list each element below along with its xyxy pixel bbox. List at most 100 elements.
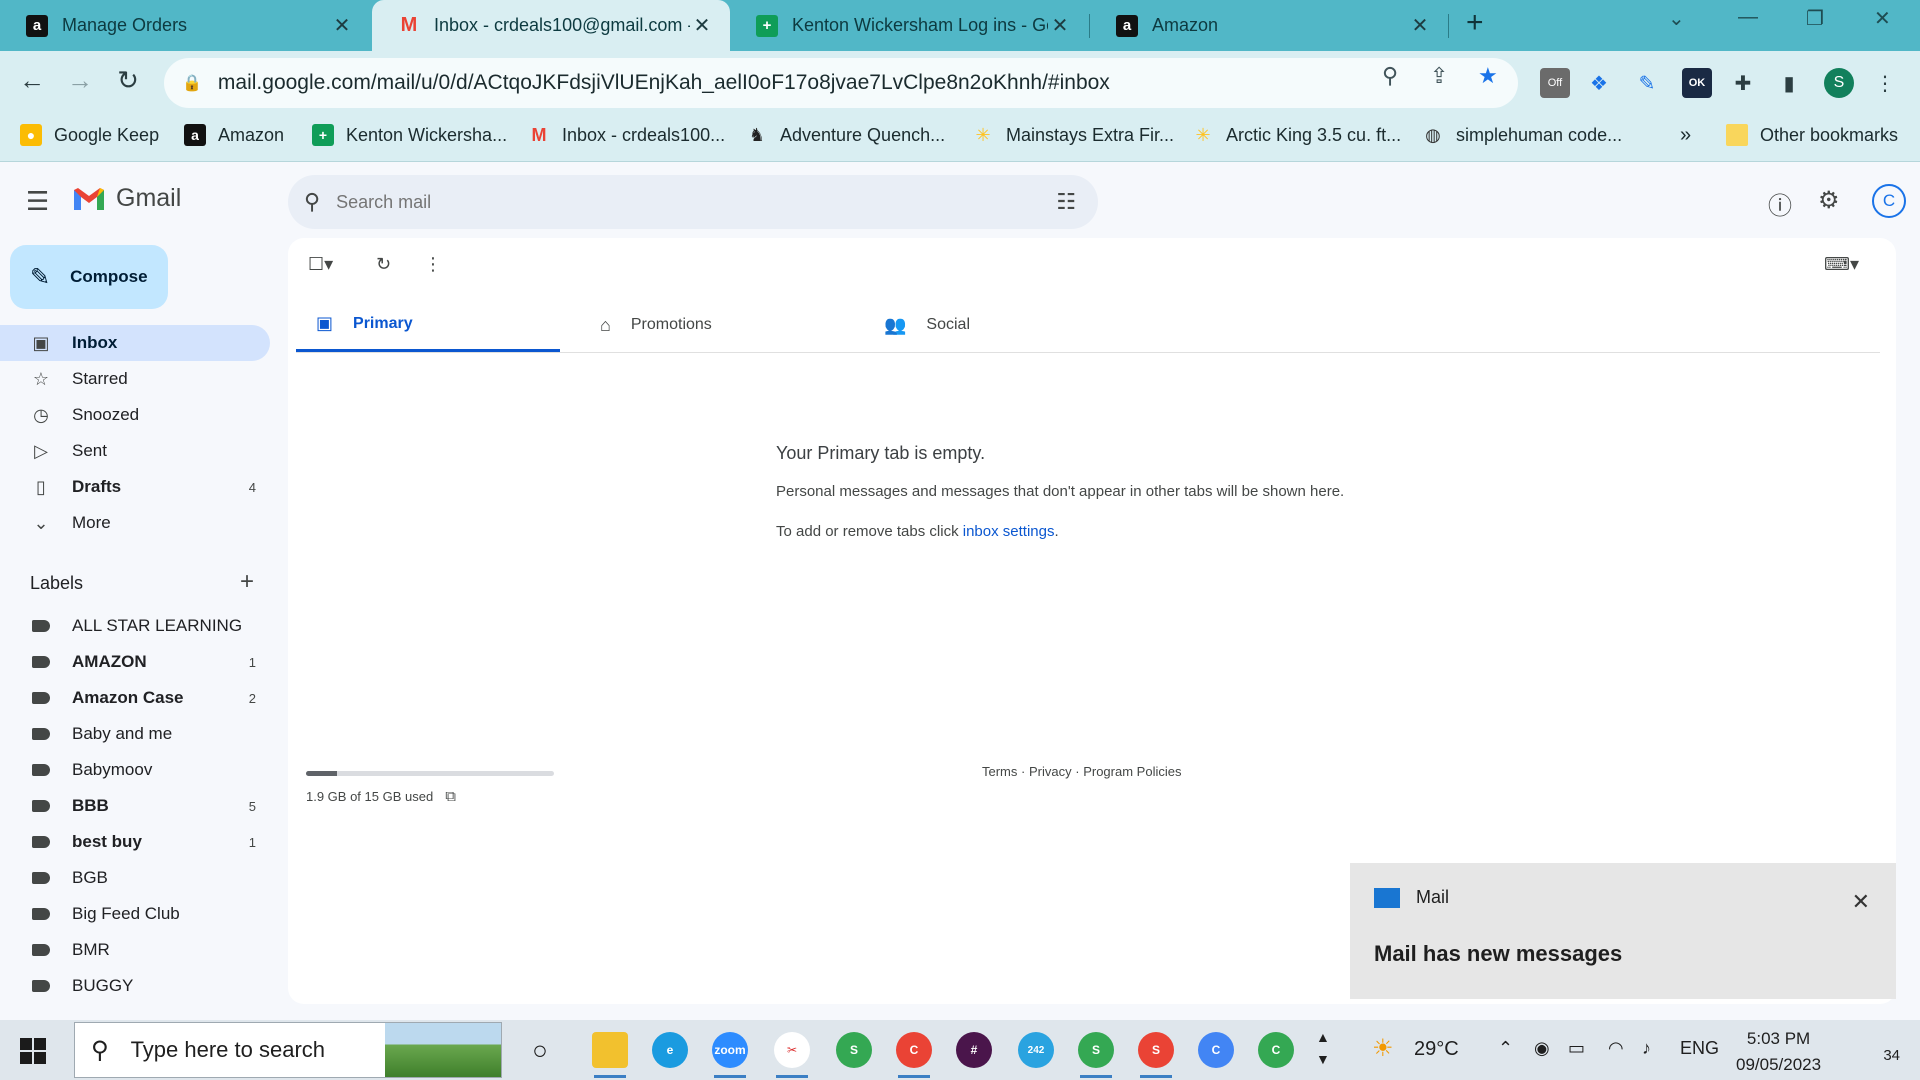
- extensions-puzzle-icon[interactable]: ✚: [1728, 68, 1758, 98]
- tab-social[interactable]: 👥 Social: [864, 298, 1128, 352]
- open-external-icon[interactable]: ⧉: [445, 788, 456, 805]
- sidebar-item-inbox[interactable]: ▣ Inbox: [0, 325, 270, 361]
- label-item[interactable]: AMAZON 1: [0, 644, 270, 680]
- close-icon[interactable]: ✕: [690, 13, 714, 38]
- label-item[interactable]: best buy 1: [0, 824, 270, 860]
- chrome-profile-icon[interactable]: S: [836, 1032, 872, 1068]
- bookmark-amazon[interactable]: a Amazon: [184, 124, 284, 146]
- search-input[interactable]: [336, 191, 1037, 213]
- record-icon[interactable]: ◉: [1534, 1038, 1550, 1059]
- settings-gear-icon[interactable]: ⚙: [1818, 186, 1840, 215]
- label-item[interactable]: Big Feed Club: [0, 896, 270, 932]
- label-item[interactable]: BBB 5: [0, 788, 270, 824]
- sidebar-item-drafts[interactable]: ▯ Drafts 4: [0, 469, 270, 505]
- bookmark-simplehuman[interactable]: ◍ simplehuman code...: [1422, 124, 1622, 146]
- privacy-link[interactable]: Privacy: [1029, 764, 1072, 779]
- edge-icon[interactable]: e: [652, 1032, 688, 1068]
- sidebar-item-more[interactable]: ⌄ More: [0, 505, 270, 541]
- snipping-tool-icon[interactable]: ✂: [774, 1032, 810, 1078]
- mail-notification-toast[interactable]: Mail ✕ Mail has new messages: [1350, 863, 1896, 999]
- toast-close-icon[interactable]: ✕: [1852, 889, 1870, 915]
- sidebar-item-sent[interactable]: ▷ Sent: [0, 433, 270, 469]
- slack-icon[interactable]: #: [956, 1032, 992, 1068]
- browser-tab-manage-orders[interactable]: a Manage Orders ✕: [0, 0, 370, 51]
- bookmark-star-icon[interactable]: ★: [1478, 63, 1498, 89]
- zoom-icon[interactable]: zoom: [712, 1032, 748, 1078]
- window-close-icon[interactable]: ✕: [1874, 6, 1891, 31]
- show-hidden-icons-chevron-icon[interactable]: ⌃: [1498, 1038, 1513, 1059]
- label-item[interactable]: BMR: [0, 932, 270, 968]
- chrome-profile-icon[interactable]: S: [1078, 1032, 1114, 1078]
- help-icon[interactable]: ⓘ: [1768, 186, 1792, 221]
- bookmark-google-keep[interactable]: ● Google Keep: [20, 124, 159, 146]
- search-options-icon[interactable]: ☷: [1056, 189, 1076, 215]
- chrome-profile-icon[interactable]: S: [1138, 1032, 1174, 1078]
- label-item[interactable]: Babymoov: [0, 752, 270, 788]
- zoom-icon[interactable]: ⚲: [1382, 63, 1398, 89]
- add-label-plus-icon[interactable]: +: [240, 568, 254, 596]
- more-options-icon[interactable]: ⋮: [424, 254, 442, 275]
- extension-off-icon[interactable]: Off: [1540, 68, 1570, 98]
- tab-search-chevron-icon[interactable]: ⌄: [1668, 6, 1685, 31]
- new-tab-plus-icon[interactable]: +: [1466, 6, 1484, 40]
- chrome-profile-icon[interactable]: C: [1198, 1032, 1234, 1068]
- bookmark-adventure-quench[interactable]: ♞ Adventure Quench...: [746, 124, 945, 146]
- forward-arrow-icon[interactable]: →: [62, 65, 98, 96]
- browser-tab-kenton[interactable]: + Kenton Wickersham Log ins - Go ✕: [730, 0, 1088, 51]
- label-item[interactable]: Amazon Case 2: [0, 680, 270, 716]
- volume-icon[interactable]: ♪: [1642, 1038, 1651, 1059]
- account-avatar[interactable]: C: [1872, 184, 1906, 218]
- terms-link[interactable]: Terms: [982, 764, 1017, 779]
- program-policies-link[interactable]: Program Policies: [1083, 764, 1181, 779]
- search-icon[interactable]: ⚲: [304, 189, 320, 215]
- sidebar-item-starred[interactable]: ☆ Starred: [0, 361, 270, 397]
- chrome-profile-icon[interactable]: C: [1258, 1032, 1294, 1068]
- bookmark-mainstays[interactable]: ✳ Mainstays Extra Fir...: [972, 124, 1174, 146]
- address-bar[interactable]: 🔒 mail.google.com/mail/u/0/d/ACtqoJKFdsj…: [164, 58, 1518, 108]
- bookmark-inbox[interactable]: M Inbox - crdeals100...: [528, 124, 726, 146]
- refresh-icon[interactable]: ↻: [376, 254, 391, 275]
- search-bar[interactable]: ⚲ ☷: [288, 175, 1098, 229]
- extension-tag-icon[interactable]: ✎: [1632, 68, 1662, 98]
- label-item[interactable]: ALL STAR LEARNING: [0, 608, 270, 644]
- profile-avatar[interactable]: S: [1824, 68, 1854, 98]
- bookmark-kenton[interactable]: + Kenton Wickersha...: [312, 124, 507, 146]
- keyboard-input-icon[interactable]: ⌨▾: [1824, 254, 1859, 275]
- windows-start-icon[interactable]: [20, 1038, 46, 1064]
- taskbar-clock[interactable]: 5:03 PM 09/05/2023: [1736, 1026, 1821, 1078]
- minimize-icon[interactable]: —: [1738, 6, 1758, 29]
- telegram-icon[interactable]: 242: [1018, 1032, 1054, 1068]
- extension-gear-icon[interactable]: ❖: [1584, 68, 1614, 98]
- inbox-settings-link[interactable]: inbox settings: [963, 523, 1055, 540]
- compose-button[interactable]: ✎ Compose: [10, 245, 168, 309]
- side-panel-icon[interactable]: ▮: [1774, 68, 1804, 98]
- label-item[interactable]: BGB: [0, 860, 270, 896]
- chrome-profile-icon[interactable]: C: [896, 1032, 932, 1078]
- back-arrow-icon[interactable]: ←: [14, 65, 50, 96]
- weather-temperature[interactable]: 29°C: [1414, 1038, 1459, 1061]
- battery-icon[interactable]: ▭: [1568, 1038, 1585, 1059]
- browser-menu-icon[interactable]: ⋮: [1870, 68, 1900, 98]
- tab-primary[interactable]: ▣ Primary: [296, 298, 560, 352]
- language-indicator[interactable]: ENG: [1680, 1038, 1719, 1059]
- other-bookmarks[interactable]: Other bookmarks: [1726, 124, 1898, 146]
- close-icon[interactable]: ✕: [1408, 13, 1432, 38]
- browser-tab-amazon[interactable]: a Amazon ✕: [1090, 0, 1448, 51]
- file-explorer-icon[interactable]: [592, 1032, 628, 1078]
- notification-center-icon[interactable]: 34: [1866, 1034, 1900, 1064]
- reload-icon[interactable]: ↻: [110, 65, 146, 96]
- gmail-logo[interactable]: Gmail: [72, 184, 181, 213]
- label-item[interactable]: BUGGY: [0, 968, 270, 1004]
- taskbar-search-box[interactable]: ⚲ Type here to search: [74, 1022, 502, 1078]
- label-item[interactable]: Baby and me: [0, 716, 270, 752]
- taskbar-scroll-arrows-icon[interactable]: ▲ ▼: [1316, 1026, 1330, 1070]
- restore-icon[interactable]: ❐: [1806, 6, 1824, 31]
- main-menu-icon[interactable]: ☰: [26, 186, 49, 217]
- extension-ok-icon[interactable]: OK: [1682, 68, 1712, 98]
- select-all-checkbox-icon[interactable]: ☐▾: [308, 254, 333, 275]
- close-icon[interactable]: ✕: [1048, 13, 1072, 38]
- sidebar-item-snoozed[interactable]: ◷ Snoozed: [0, 397, 270, 433]
- bookmarks-overflow-button[interactable]: »: [1680, 124, 1691, 147]
- close-icon[interactable]: ✕: [330, 13, 354, 38]
- bookmark-arctic-king[interactable]: ✳ Arctic King 3.5 cu. ft...: [1192, 124, 1401, 146]
